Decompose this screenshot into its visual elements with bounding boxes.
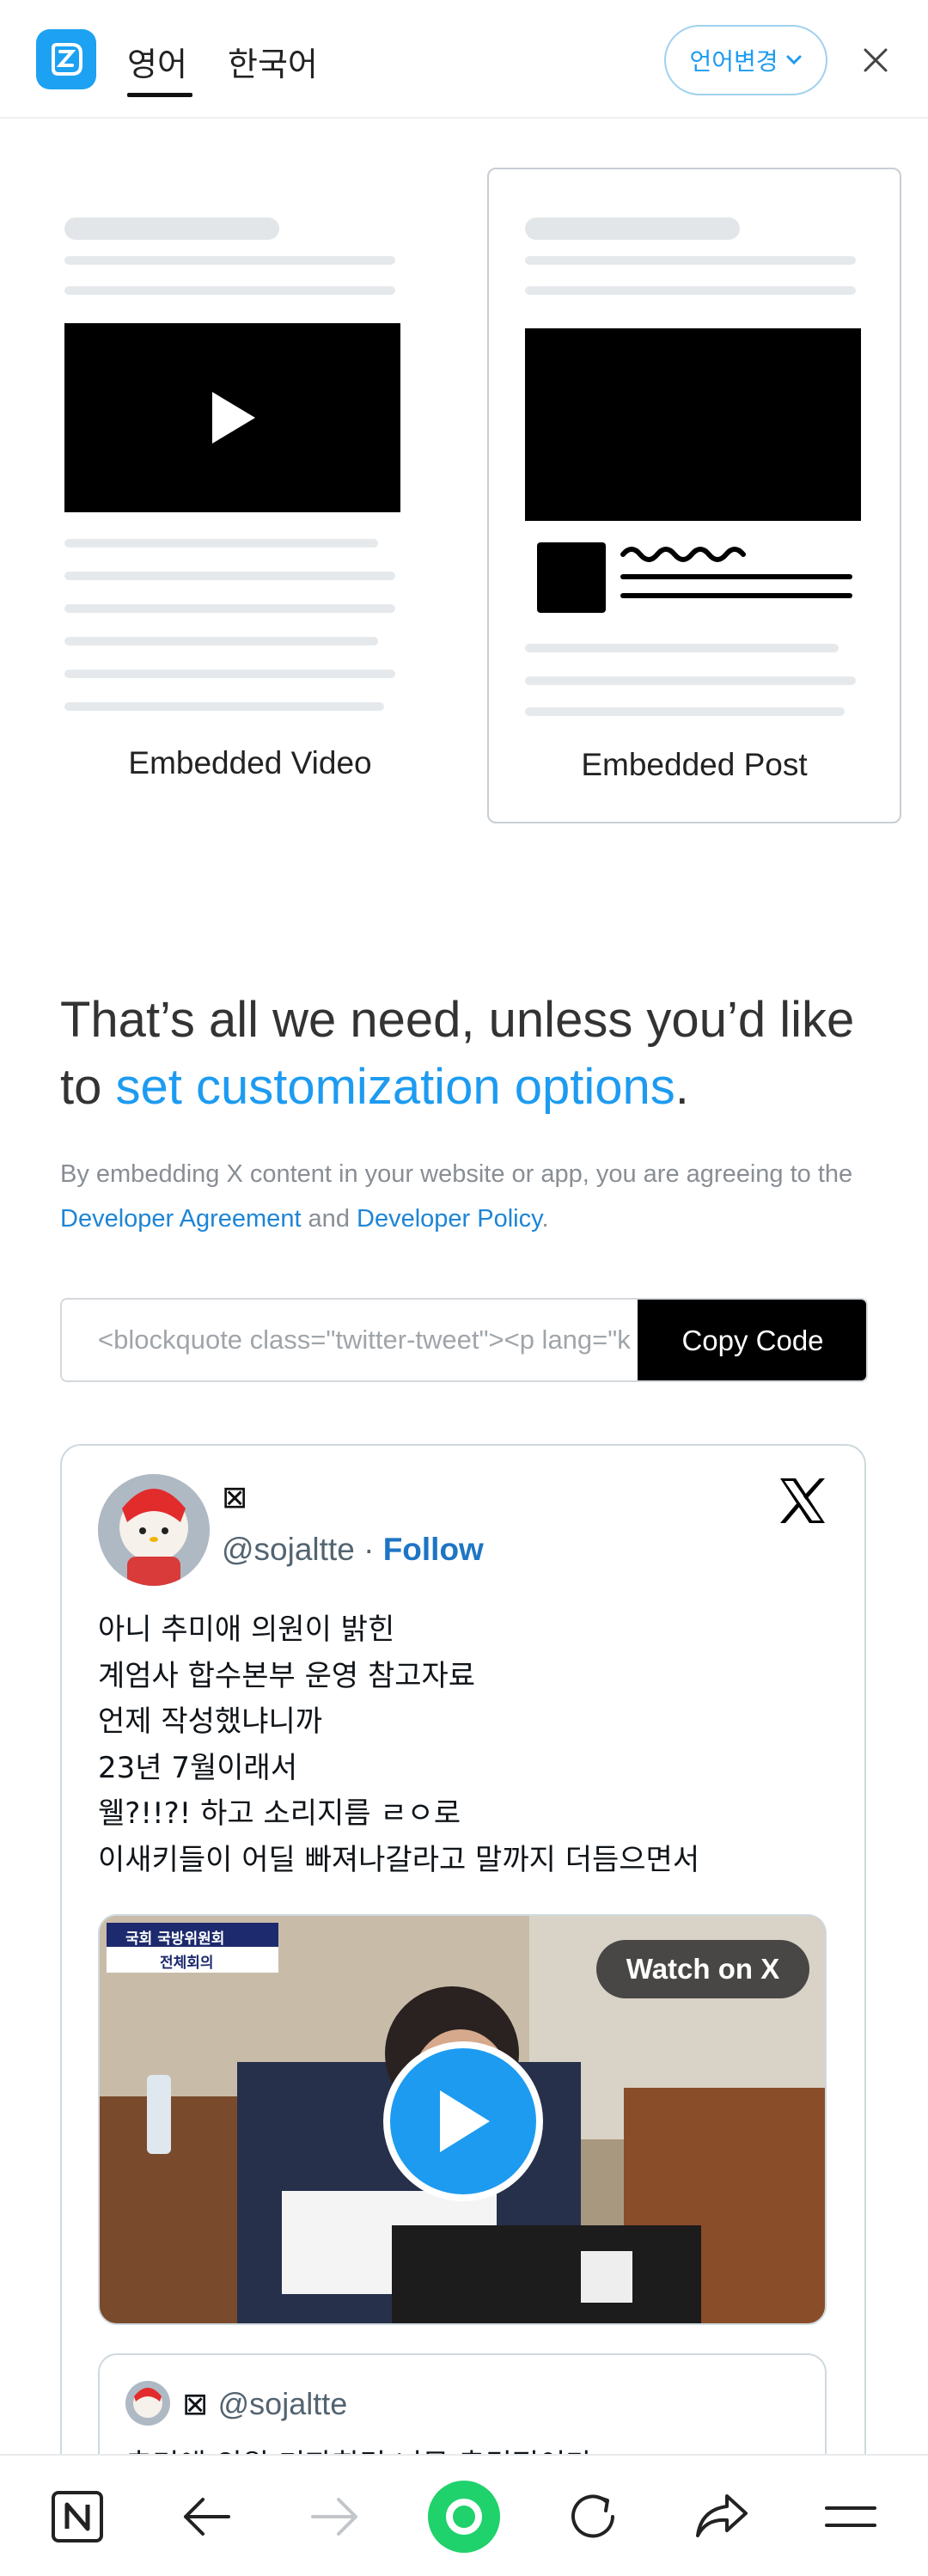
post-text-lines bbox=[620, 547, 852, 598]
video-caption-bottom: 전체회의 bbox=[160, 1955, 214, 1972]
play-icon bbox=[440, 2090, 490, 2152]
quoted-author-line: ⊠ @sojaltte bbox=[182, 2386, 347, 2422]
tab-korean[interactable]: 한국어 bbox=[228, 38, 318, 85]
tab-english[interactable]: 영어 bbox=[127, 38, 187, 85]
developer-agreement-link[interactable]: Developer Agreement bbox=[60, 1205, 302, 1233]
skeleton-line bbox=[64, 217, 279, 240]
embedded-video-label: Embedded Video bbox=[128, 745, 372, 780]
customization-options-link[interactable]: set customization options bbox=[116, 1059, 675, 1115]
tweet-line: 웰?!!?! 하고 소리지름 ㄹㅇ로 bbox=[98, 1796, 461, 1831]
forward-arrow-icon[interactable] bbox=[296, 2478, 374, 2555]
skeleton-line bbox=[64, 572, 395, 580]
quoted-author-name: ⊠ bbox=[182, 2387, 209, 2422]
embedded-post-option[interactable]: Embedded Post bbox=[487, 168, 901, 823]
back-arrow-icon[interactable] bbox=[168, 2478, 245, 2555]
embed-code-text[interactable]: <blockquote class="twitter-tweet"><p lan… bbox=[98, 1325, 631, 1355]
active-tab-indicator bbox=[127, 93, 192, 97]
skeleton-line bbox=[525, 256, 856, 265]
follow-button[interactable]: Follow bbox=[383, 1532, 484, 1567]
skeleton-line bbox=[64, 539, 378, 548]
embedded-video-option[interactable]: Embedded Video bbox=[43, 168, 457, 823]
agreement-notice: By embedding X content in your website o… bbox=[60, 1152, 885, 1241]
app-logo-icon[interactable] bbox=[36, 29, 96, 89]
notion-icon[interactable] bbox=[39, 2478, 116, 2555]
avatar[interactable] bbox=[98, 1474, 210, 1586]
refresh-icon[interactable] bbox=[554, 2478, 632, 2555]
watch-on-x-button[interactable]: Watch on X bbox=[596, 1940, 809, 1998]
tweet-author-handle[interactable]: @sojaltte bbox=[222, 1532, 355, 1567]
bottom-navigation-bar bbox=[0, 2454, 928, 2576]
quoted-avatar bbox=[125, 2381, 170, 2426]
tweet-author-line: @sojaltte · Follow bbox=[222, 1532, 484, 1568]
chevron-down-icon bbox=[786, 55, 802, 65]
close-icon[interactable] bbox=[857, 41, 894, 79]
top-bar: 영어 한국어 언어변경 bbox=[0, 0, 928, 119]
x-logo-icon[interactable] bbox=[775, 1473, 830, 1528]
skeleton-line bbox=[525, 707, 845, 716]
separator-dot: · bbox=[354, 1532, 383, 1567]
embedded-post-label: Embedded Post bbox=[581, 747, 808, 782]
video-thumbnail bbox=[64, 323, 400, 512]
skeleton-line bbox=[525, 644, 839, 652]
video-caption-top: 국회 국방위원회 bbox=[125, 1930, 225, 1948]
tweet-line: 이새키들이 어딜 빠져나갈라고 말까지 더듬으면서 bbox=[98, 1842, 700, 1877]
copy-code-button[interactable]: Copy Code bbox=[638, 1300, 866, 1380]
menu-icon[interactable] bbox=[812, 2478, 889, 2555]
post-media-thumbnail bbox=[525, 328, 861, 521]
tweet-line: 23년 7월이래서 bbox=[98, 1750, 298, 1785]
play-button[interactable] bbox=[383, 2041, 543, 2201]
agreement-period: . bbox=[541, 1205, 549, 1233]
tweet-video[interactable]: 국회 국방위원회 전체회의 Watch on X bbox=[98, 1914, 827, 2325]
post-avatar-placeholder bbox=[537, 542, 606, 613]
quoted-author-handle: @sojaltte bbox=[217, 2386, 348, 2421]
headline-period: . bbox=[675, 1059, 689, 1115]
home-record-icon[interactable] bbox=[425, 2478, 503, 2555]
skeleton-line bbox=[525, 286, 856, 295]
agreement-and: and bbox=[301, 1205, 357, 1233]
skeleton-line bbox=[64, 637, 378, 646]
skeleton-line bbox=[64, 256, 395, 265]
embed-code-field[interactable]: <blockquote class="twitter-tweet"><p lan… bbox=[60, 1298, 868, 1382]
tweet-body: 아니 추미애 의원이 밝힌 계엄사 합수본부 운영 참고자료 언제 작성했냐니까… bbox=[98, 1607, 837, 1883]
skeleton-line bbox=[64, 670, 395, 678]
skeleton-line bbox=[525, 676, 856, 685]
developer-policy-link[interactable]: Developer Policy bbox=[357, 1205, 541, 1233]
tweet-line: 계엄사 합수본부 운영 참고자료 bbox=[98, 1658, 476, 1693]
agreement-text: By embedding X content in your website o… bbox=[60, 1160, 853, 1188]
tweet-preview: ⊠ @sojaltte · Follow 아니 추미애 의원이 밝힌 계엄사 합… bbox=[60, 1444, 866, 2576]
change-language-button[interactable]: 언어변경 bbox=[664, 25, 827, 95]
change-language-label: 언어변경 bbox=[689, 47, 778, 76]
skeleton-line bbox=[64, 286, 395, 295]
share-icon[interactable] bbox=[683, 2478, 760, 2555]
play-icon bbox=[211, 392, 255, 444]
customization-headline: That’s all we need, unless you’d like to… bbox=[60, 987, 885, 1121]
tweet-line: 아니 추미애 의원이 밝힌 bbox=[98, 1612, 395, 1647]
skeleton-line bbox=[525, 217, 740, 240]
tweet-author-name[interactable]: ⊠ bbox=[222, 1480, 247, 1515]
skeleton-line bbox=[64, 702, 384, 711]
skeleton-line bbox=[64, 604, 395, 613]
tweet-line: 언제 작성했냐니까 bbox=[98, 1704, 323, 1739]
